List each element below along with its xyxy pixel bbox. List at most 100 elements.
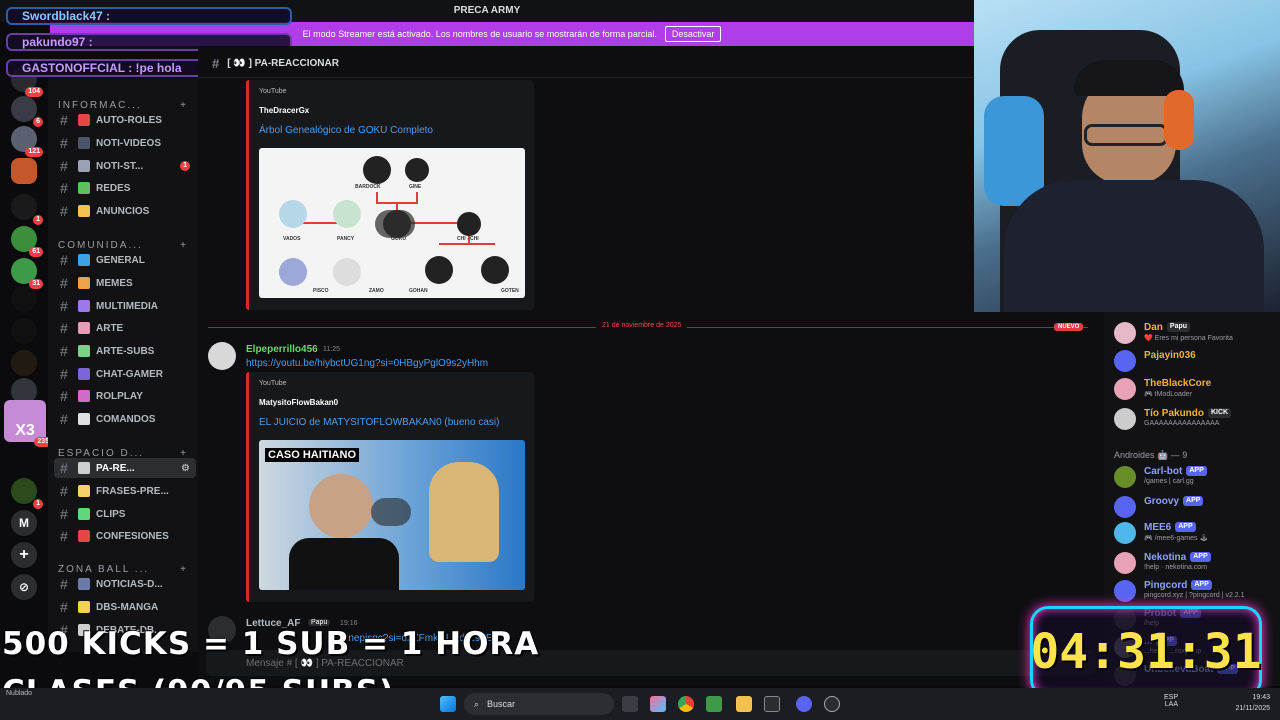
channel-item[interactable]: # NOTI-ST... 1 — [54, 156, 196, 176]
video-thumbnail[interactable]: CASO HAITIANO — [259, 440, 525, 590]
hash-icon: # — [60, 180, 68, 196]
hash-icon: # — [60, 275, 68, 291]
hash-icon: # — [60, 576, 68, 592]
clock-date[interactable]: 21/11/2025 — [1220, 705, 1270, 712]
server-icon-m[interactable]: M — [11, 510, 37, 536]
avatar — [1114, 466, 1136, 488]
channel-emoji-icon — [78, 182, 90, 194]
windows-start-icon[interactable] — [440, 696, 456, 712]
video-thumbnail[interactable]: BARDOCK GINE VADOS PANCY GOKU CHI - CHI … — [259, 148, 525, 298]
member-item[interactable]: Tío Pakundo KICK GAAAAAAAAAAAAAAA — [1114, 406, 1280, 432]
member-item[interactable]: Pajayin036 — [1114, 348, 1280, 374]
chrome-icon[interactable] — [678, 696, 694, 712]
channel-emoji-icon — [78, 601, 90, 613]
date-divider-label: 21 de noviembre de 2025 — [596, 322, 688, 329]
keyboard-language[interactable]: ESP LAA — [1158, 694, 1178, 708]
channel-emoji-icon — [78, 205, 90, 217]
app-tag: APP — [1186, 466, 1207, 477]
server-icon[interactable]: 6 — [11, 96, 43, 127]
member-item[interactable]: MEE6 APP 🎮 /mee6-games 🕹 — [1114, 520, 1280, 546]
channel-item[interactable]: # REDES — [54, 178, 196, 198]
embed-title[interactable]: Árbol Genealógico de GOKU Completo — [259, 125, 433, 136]
channel-label: NOTI-ST... — [96, 160, 144, 172]
channel-item[interactable]: # CLIPS — [54, 504, 196, 524]
channel-emoji-icon — [78, 322, 90, 334]
channel-label: MULTIMEDIA — [96, 300, 159, 312]
member-item[interactable]: Nekotina APP !help · nekotina.com — [1114, 550, 1280, 576]
search-box[interactable]: ⌕ Buscar — [464, 693, 614, 715]
obs-icon[interactable] — [824, 696, 840, 712]
member-name: Carl-bot APP — [1144, 466, 1207, 477]
channel-item[interactable]: # CONFESIONES — [54, 526, 196, 546]
avatar — [1114, 580, 1136, 602]
embed-author[interactable]: TheDracerGx — [259, 106, 309, 115]
deactivate-streamer-button[interactable]: Desactivar — [664, 26, 722, 42]
avatar[interactable] — [208, 342, 236, 370]
channel-item[interactable]: # GENERAL — [54, 250, 196, 270]
channel-emoji-icon — [78, 508, 90, 520]
channel-label: CHAT-GAMER — [96, 368, 164, 380]
channel-item[interactable]: # COMANDOS — [54, 409, 196, 429]
channel-item[interactable]: # MEMES — [54, 273, 196, 293]
search-label: Buscar — [487, 699, 516, 709]
discord-icon[interactable] — [796, 696, 812, 712]
member-item[interactable]: Dan Papu ❤️ Eres mi persona Favorita — [1114, 320, 1280, 346]
server-icon[interactable]: 61 — [11, 226, 43, 257]
channel-item[interactable]: # PA-RE... ⚙ — [54, 458, 196, 478]
message-author[interactable]: Elpeperrillo456 — [246, 344, 318, 355]
message-link[interactable]: https://youtu.be/hiybctUG1ng?si=0HBgyPgl… — [246, 358, 488, 369]
weather-label: Nublado — [6, 690, 33, 697]
channel-item[interactable]: # MULTIMEDIA — [54, 296, 196, 316]
channel-item[interactable]: # AUTO-ROLES — [54, 110, 196, 130]
avatar — [1114, 496, 1136, 518]
channel-item[interactable]: # NOTICIAS-D... — [54, 574, 196, 594]
member-tag: Papu — [1166, 322, 1191, 333]
file-explorer-icon[interactable] — [736, 696, 752, 712]
server-icon[interactable]: 31 — [11, 258, 43, 289]
channel-item[interactable]: # DBS-MANGA — [54, 597, 196, 617]
member-item[interactable]: Groovy APP — [1114, 494, 1280, 520]
member-item[interactable]: TheBlackCore 🎮 tModLoader — [1114, 376, 1280, 402]
channel-emoji-icon — [78, 462, 90, 474]
channel-label: CONFESIONES — [96, 530, 169, 542]
member-item[interactable]: Carl-bot APP/games | carl.gg — [1114, 464, 1280, 490]
channel-item[interactable]: # ARTE-SUBS — [54, 341, 196, 361]
server-icon[interactable] — [11, 318, 37, 344]
embed-provider: YouTube — [259, 88, 287, 95]
member-name: Groovy APP — [1144, 496, 1204, 507]
youtube-embed: YouTube TheDracerGx Árbol Genealógico de… — [246, 80, 534, 310]
channel-item[interactable]: # FRASES-PRE... — [54, 481, 196, 501]
server-icon[interactable] — [11, 158, 37, 184]
member-name: Pingcord APP — [1144, 580, 1212, 591]
server-icon[interactable]: 1 — [11, 194, 43, 225]
server-title: PRECA ARMY — [453, 5, 521, 16]
embed-author[interactable]: MatysitoFlowBakan0 — [259, 398, 338, 407]
channel-item[interactable]: # ROLPLAY — [54, 386, 196, 406]
server-icon[interactable] — [11, 350, 37, 376]
server-icon[interactable]: 121 — [11, 126, 43, 157]
embed-title[interactable]: EL JUICIO de MATYSITOFLOWBAKAN0 (bueno c… — [259, 417, 499, 428]
channel-label: MEMES — [96, 277, 133, 289]
channel-item[interactable]: # ANUNCIOS — [54, 201, 196, 221]
gear-icon[interactable]: ⚙ — [181, 463, 190, 474]
discover-icon[interactable]: ⊘ — [11, 574, 37, 600]
add-server-icon[interactable]: + — [11, 542, 37, 568]
hash-icon: # — [60, 135, 68, 151]
hash-icon: # — [60, 298, 68, 314]
channel-item[interactable]: # CHAT-GAMER — [54, 364, 196, 384]
channel-item[interactable]: # ARTE — [54, 318, 196, 338]
channel-item[interactable]: # NOTI-VIDEOS — [54, 133, 196, 153]
channel-emoji-icon — [78, 485, 90, 497]
copilot-icon[interactable] — [650, 696, 666, 712]
hash-icon: # — [60, 506, 68, 522]
task-view-icon[interactable] — [622, 696, 638, 712]
member-status: 🎮 /mee6-games 🕹 — [1144, 535, 1209, 542]
new-messages-badge: NUEVO — [1054, 323, 1084, 331]
server-icon[interactable]: 1 — [11, 478, 43, 509]
store-icon[interactable] — [764, 696, 780, 712]
minecraft-icon[interactable] — [706, 696, 722, 712]
clock-time[interactable]: 19:43 — [1220, 694, 1270, 701]
server-icon-selected[interactable]: X3 235 — [4, 400, 52, 447]
member-item[interactable]: Pingcord APP pingcord.xyz | ?pingcord | v2… — [1114, 578, 1280, 604]
server-icon[interactable] — [11, 286, 37, 312]
